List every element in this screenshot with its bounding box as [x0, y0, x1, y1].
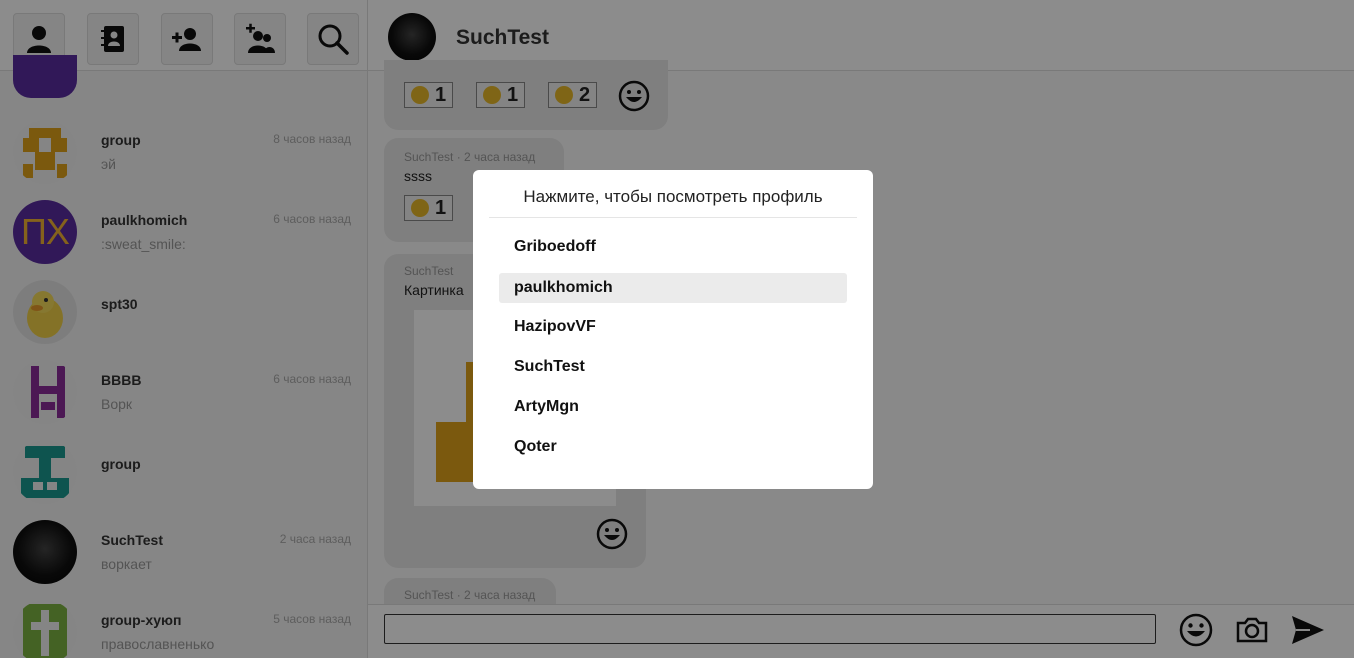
member-item[interactable]: ArtyMgn — [499, 392, 847, 422]
member-item[interactable]: SuchTest — [499, 352, 847, 382]
member-item[interactable]: Griboedoff — [499, 232, 847, 262]
member-item[interactable]: HazipovVF — [499, 312, 847, 342]
modal-divider — [489, 217, 857, 218]
modal-title: Нажмите, чтобы посмотреть профиль — [523, 187, 823, 206]
member-item[interactable]: paulkhomich — [499, 273, 847, 303]
members-modal: Нажмите, чтобы посмотреть профиль Griboe… — [473, 170, 873, 489]
member-item[interactable]: Qoter — [499, 432, 847, 462]
